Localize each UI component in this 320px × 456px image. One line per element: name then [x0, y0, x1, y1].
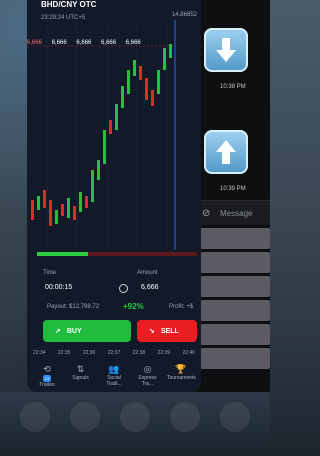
nav-tournaments[interactable]: 🏆 Tournaments [167, 360, 196, 392]
keyboard-row [200, 276, 270, 297]
asset-pair[interactable]: BHD/CNY OTC [41, 0, 96, 9]
message-bar: ⊘ Message [196, 200, 270, 225]
sell-label: SELL [160, 327, 179, 335]
nav-label: Express Tra... [138, 375, 157, 387]
arrow-up-icon: ➚ [55, 328, 61, 335]
nav-trades[interactable]: ⟲ 13 Trades [33, 360, 61, 392]
nav-signals[interactable]: ⇅ Signals [67, 360, 95, 392]
bid-label: 6,666 [76, 40, 92, 46]
nav-label: Signals [72, 375, 89, 381]
express-icon: ◎ [143, 364, 152, 374]
arrow-down-icon: ➘ [149, 328, 155, 335]
time-label: Time [43, 270, 57, 276]
buy-label: BUY [66, 327, 82, 335]
bid-label: 6,666 [51, 40, 67, 46]
chat-panel: 10:38 PM 10:39 PM ⊘ Message [196, 0, 270, 400]
keyboard-row [200, 252, 270, 273]
keyboard-row [200, 300, 270, 321]
trade-progress [37, 252, 197, 256]
history-icon: ⟲ [43, 364, 51, 374]
axis-tick: 22:35 [57, 350, 71, 356]
down-arrow-sticker[interactable] [204, 28, 248, 72]
bid-label: 6,666 [27, 40, 43, 46]
sell-button[interactable]: ➘ SELL [137, 320, 197, 342]
message-time: 10:39 PM [220, 186, 246, 192]
social-icon: 👥 [108, 364, 120, 374]
keyboard-row [200, 228, 270, 249]
blurred-app-icon [20, 402, 50, 432]
blurred-app-icon [170, 402, 200, 432]
axis-tick: 22:40 [182, 350, 195, 356]
trading-app: BHD/CNY OTC 23:29:24 UTC+5 14.86852 6,66… [27, 0, 201, 392]
price-tag: 14.86852 [171, 12, 197, 18]
nav-label: Social Tradi... [106, 375, 122, 387]
time-value[interactable]: 00:00:15 [45, 284, 72, 291]
bottom-nav: ⟲ 13 Trades ⇅ Signals 👥 Social Tradi... … [27, 360, 201, 392]
bid-label: 6,666 [101, 40, 117, 46]
amount-value[interactable]: 6,666 [141, 284, 159, 291]
profit-text: Profit: +$ [169, 304, 194, 310]
nav-label: Tournaments [167, 375, 196, 381]
trades-badge: 13 [42, 375, 52, 382]
axis-tick: 22:37 [107, 350, 121, 356]
keyboard-row [200, 348, 270, 369]
time-axis: 22:34 22:35 22:36 22:37 22:38 22:39 22:4… [27, 350, 201, 356]
blurred-app-icon [70, 402, 100, 432]
trophy-icon: 🏆 [175, 364, 187, 374]
payout-percent: +92% [123, 302, 144, 311]
message-input[interactable]: Message [220, 209, 252, 218]
blurred-dock [0, 392, 270, 456]
axis-tick: 22:39 [157, 350, 171, 356]
blurred-app-icon [120, 402, 150, 432]
bid-labels: 6,666 6,666 6,666 6,666 6,666 [27, 40, 201, 46]
attach-icon[interactable]: ⊘ [202, 208, 216, 219]
candlestick-chart[interactable] [27, 20, 201, 260]
progress-fill [37, 252, 89, 256]
nav-social[interactable]: 👥 Social Tradi... [100, 360, 128, 392]
nav-label: Trades [39, 382, 55, 388]
message-time: 10:38 PM [220, 84, 246, 90]
arrow-up-icon [216, 140, 236, 164]
arrow-down-icon [216, 38, 236, 62]
axis-tick: 22:34 [33, 350, 46, 356]
axis-tick: 22:36 [82, 350, 96, 356]
amount-label: Amount [137, 270, 158, 276]
keyboard-row [200, 324, 270, 345]
bid-label: 6,666 [125, 40, 141, 46]
payout-text: Payout: $12,798.72 [47, 304, 100, 310]
blurred-app-icon [220, 402, 250, 432]
up-arrow-sticker[interactable] [204, 130, 248, 174]
buy-button[interactable]: ➚ BUY [43, 320, 131, 342]
clock-icon [119, 284, 128, 293]
nav-express[interactable]: ◎ Express Tra... [134, 360, 162, 392]
signals-icon: ⇅ [76, 364, 85, 374]
axis-tick: 22:38 [132, 350, 146, 356]
